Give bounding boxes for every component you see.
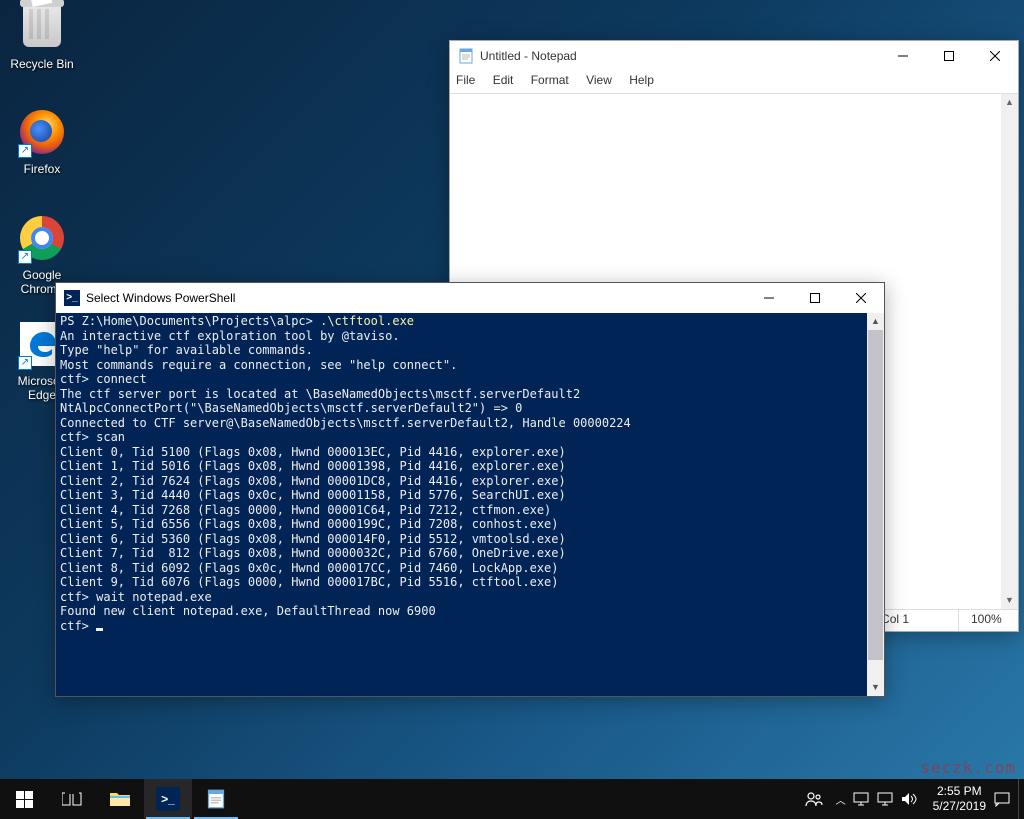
desktop-icon-firefox[interactable]: ↗ Firefox [4,108,80,176]
taskbar-notepad[interactable] [192,779,240,819]
taskbar[interactable]: >_ ︿ 2:55 PM 5/27/2019 [0,779,1024,819]
powershell-icon: >_ [156,787,180,811]
close-button[interactable] [972,41,1018,71]
maximize-button[interactable] [792,283,838,313]
powershell-console[interactable]: PS Z:\Home\Documents\Projects\alpc> .\ct… [56,313,884,696]
scroll-down-icon[interactable]: ▼ [1001,592,1018,609]
menu-edit[interactable]: Edit [493,73,514,87]
tray-date: 5/27/2019 [933,799,986,814]
scroll-up-icon[interactable]: ▲ [1001,94,1018,111]
menu-view[interactable]: View [586,73,612,87]
notepad-vertical-scrollbar[interactable]: ▲ ▼ [1001,94,1018,609]
maximize-button[interactable] [926,41,972,71]
tray-network-icon[interactable] [877,792,901,806]
scrollbar-thumb[interactable] [868,330,883,660]
tray-vm-icon[interactable] [853,792,877,806]
minimize-button[interactable] [880,41,926,71]
menu-format[interactable]: Format [531,73,569,87]
shortcut-overlay-icon: ↗ [18,144,32,158]
taskbar-file-explorer[interactable] [96,779,144,819]
notepad-titlebar[interactable]: Untitled - Notepad [450,41,1018,71]
powershell-titlebar[interactable]: >_ Select Windows PowerShell [56,283,884,313]
scroll-down-icon[interactable]: ▼ [867,679,884,696]
task-view-button[interactable] [48,779,96,819]
watermark: seczk.com [920,758,1016,777]
show-desktop-button[interactable] [1018,779,1024,819]
action-center-icon[interactable] [994,791,1018,807]
menu-help[interactable]: Help [629,73,654,87]
notepad-icon [206,788,226,810]
minimize-button[interactable] [746,283,792,313]
powershell-vertical-scrollbar[interactable]: ▲ ▼ [867,313,884,696]
notepad-menubar: File Edit Format View Help [450,71,1018,91]
taskbar-powershell[interactable]: >_ [144,779,192,819]
powershell-icon: >_ [64,290,80,306]
shortcut-overlay-icon: ↗ [18,250,32,264]
tray-volume-icon[interactable] [901,792,925,806]
system-tray: ︿ 2:55 PM 5/27/2019 [805,779,1024,819]
menu-file[interactable]: File [456,73,475,87]
tray-chevron-up-icon[interactable]: ︿ [829,792,853,807]
scroll-up-icon[interactable]: ▲ [867,313,884,330]
powershell-output: PS Z:\Home\Documents\Projects\alpc> .\ct… [56,313,884,634]
desktop-icon-recycle-bin[interactable]: Recycle Bin [4,2,80,71]
tray-clock[interactable]: 2:55 PM 5/27/2019 [925,781,994,817]
shortcut-overlay-icon: ↗ [18,356,32,370]
notepad-icon [458,48,474,64]
tray-time: 2:55 PM [937,784,982,798]
label: Recycle Bin [4,57,80,71]
start-button[interactable] [0,779,48,819]
label: Firefox [4,162,80,176]
status-zoom: 100% [958,610,1018,631]
powershell-window[interactable]: >_ Select Windows PowerShell PS Z:\Home\… [55,282,885,697]
close-button[interactable] [838,283,884,313]
people-icon[interactable] [805,790,829,808]
notepad-title: Untitled - Notepad [480,49,577,63]
powershell-title: Select Windows PowerShell [86,291,235,305]
